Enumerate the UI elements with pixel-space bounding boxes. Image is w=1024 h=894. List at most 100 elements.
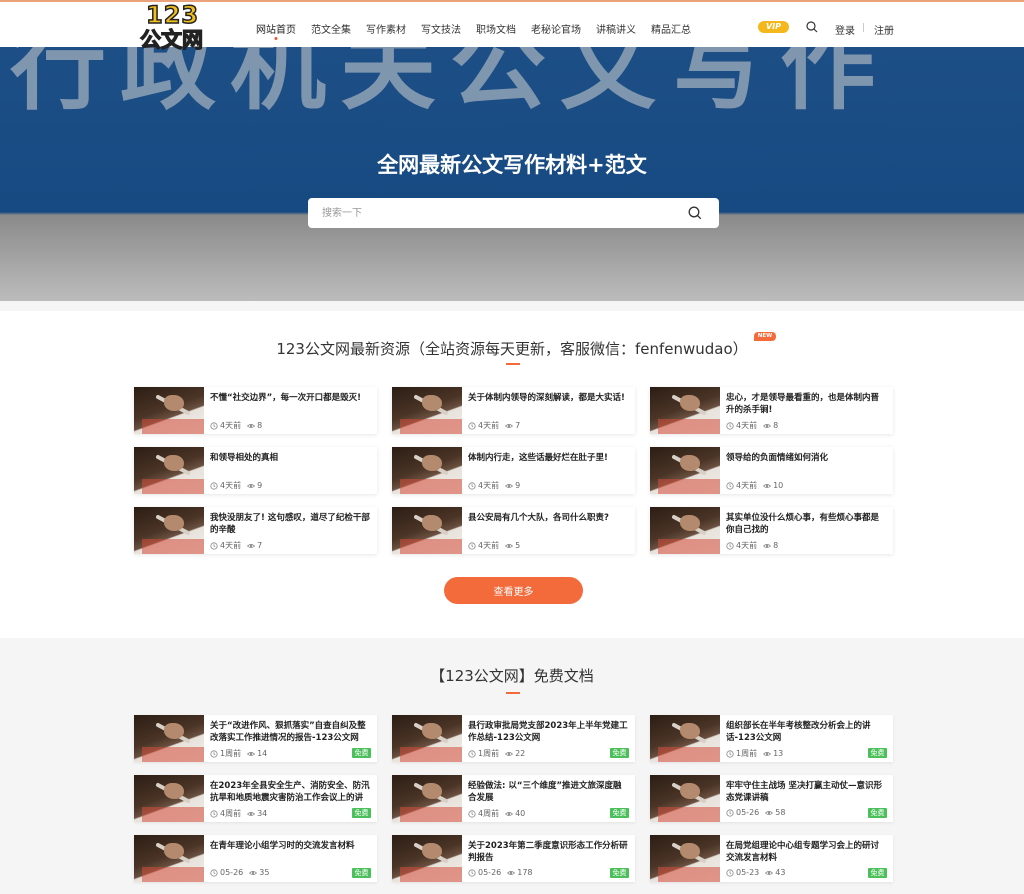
article-time: 1周前: [478, 749, 500, 758]
article-title[interactable]: 不懂“社交边界”，每一次开口都是毁灭!: [210, 392, 370, 404]
login-link[interactable]: 登录: [835, 22, 855, 37]
article-meta: 4天前 10: [726, 480, 783, 491]
article-time: 05-23: [736, 868, 760, 877]
article-views: 22: [515, 749, 526, 758]
search-icon[interactable]: [806, 21, 818, 33]
article-time: 1周前: [736, 749, 758, 758]
article-title[interactable]: 体制内行走，这些话最好烂在肚子里!: [468, 452, 628, 464]
article-card[interactable]: 在局党组理论中心组专题学习会上的研讨交流发言材料 05-23 43 免费: [650, 835, 893, 882]
hero-background-text: 行政机关公文写作: [10, 47, 890, 123]
nav-item-laomi[interactable]: 老秘论官场: [531, 21, 581, 36]
register-link[interactable]: 注册: [874, 22, 894, 37]
article-thumbnail[interactable]: [650, 387, 720, 434]
nav-item-jingpin[interactable]: 精品汇总: [651, 21, 691, 36]
article-time: 4周前: [478, 809, 500, 818]
nav-item-sucai[interactable]: 写作素材: [366, 21, 406, 36]
nav-item-zhichang[interactable]: 职场文档: [476, 21, 516, 36]
article-thumbnail[interactable]: [134, 387, 204, 434]
article-card[interactable]: 领导给的负面情绪如何消化 4天前 10: [650, 447, 893, 494]
article-title[interactable]: 其实单位没什么烦心事，有些烦心事都是你自己找的: [726, 512, 886, 536]
eye-icon: [505, 811, 514, 816]
article-title[interactable]: 县行政审批局党支部2023年上半年党建工作总结-123公文网: [468, 720, 628, 744]
article-views: 178: [517, 868, 533, 877]
article-title[interactable]: 经验做法: 以“三个维度”推进文旅深度融合发展: [468, 780, 628, 804]
article-card[interactable]: 县行政审批局党支部2023年上半年党建工作总结-123公文网 1周前 22 免费: [392, 715, 635, 762]
article-meta: 05-26 58: [726, 808, 785, 817]
article-thumbnail[interactable]: [650, 775, 720, 822]
nav-item-home[interactable]: 网站首页: [256, 21, 296, 40]
article-card[interactable]: 牢牢守住主战场 坚决打赢主动仗—意识形态党课讲稿 05-26 58 免费: [650, 775, 893, 822]
article-thumbnail[interactable]: [650, 835, 720, 882]
article-thumbnail[interactable]: [134, 835, 204, 882]
article-title[interactable]: 组织部长在半年考核整改分析会上的讲话-123公文网: [726, 720, 886, 744]
article-card[interactable]: 县公安局有几个大队，各司什么职责? 4天前 5: [392, 507, 635, 554]
article-thumbnail[interactable]: [392, 775, 462, 822]
article-meta: 4天前 8: [726, 420, 778, 431]
article-card[interactable]: 我快没朋友了! 这句感叹，道尽了纪检干部的辛酸 4天前 7: [134, 507, 377, 554]
article-views: 9: [515, 481, 521, 490]
hero-banner: 行政机关公文写作 全网最新公文写作材料+范文: [0, 47, 1024, 301]
article-thumbnail[interactable]: [650, 447, 720, 494]
article-title[interactable]: 牢牢守住主战场 坚决打赢主动仗—意识形态党课讲稿: [726, 780, 886, 804]
article-card[interactable]: 在青年理论小组学习时的交流发言材料 05-26 35 免费: [134, 835, 377, 882]
clock-icon: [468, 809, 476, 818]
article-card[interactable]: 关于2023年第二季度意识形态工作分析研判报告 05-26 178 免费: [392, 835, 635, 882]
article-title[interactable]: 我快没朋友了! 这句感叹，道尽了纪检干部的辛酸: [210, 512, 370, 536]
article-card[interactable]: 经验做法: 以“三个维度”推进文旅深度融合发展 4周前 40 免费: [392, 775, 635, 822]
clock-icon: [726, 749, 734, 758]
article-thumbnail[interactable]: [134, 775, 204, 822]
article-thumbnail[interactable]: [392, 715, 462, 762]
article-title[interactable]: 关于“改进作风、狠抓落实”自查自纠及整改落实工作推进情况的报告-123公文网: [210, 720, 370, 744]
article-meta: 4周前 40: [468, 808, 525, 819]
article-title[interactable]: 关于体制内领导的深刻解读，都是大实话!: [468, 392, 628, 404]
clock-icon: [210, 868, 218, 877]
article-card[interactable]: 和领导相处的真相 4天前 9: [134, 447, 377, 494]
top-bar: 123 公文网 网站首页 范文全集 写作素材 写文技法 职场文档 老秘论官场 讲…: [0, 0, 1024, 53]
article-card[interactable]: 关于“改进作风、狠抓落实”自查自纠及整改落实工作推进情况的报告-123公文网 1周…: [134, 715, 377, 762]
article-title[interactable]: 关于2023年第二季度意识形态工作分析研判报告: [468, 840, 628, 864]
article-title[interactable]: 县公安局有几个大队，各司什么职责?: [468, 512, 628, 524]
article-title[interactable]: 在青年理论小组学习时的交流发言材料: [210, 840, 370, 852]
article-thumbnail[interactable]: [392, 835, 462, 882]
article-title[interactable]: 忠心，才是领导最看重的，也是体制内晋升的杀手锏!: [726, 392, 886, 416]
article-title[interactable]: 领导给的负面情绪如何消化: [726, 452, 886, 464]
search-icon[interactable]: [688, 206, 702, 220]
article-card[interactable]: 其实单位没什么烦心事，有些烦心事都是你自己找的 4天前 8: [650, 507, 893, 554]
eye-icon: [247, 423, 256, 428]
main-nav: 网站首页 范文全集 写作素材 写文技法 职场文档 老秘论官场 讲稿讲义 精品汇总: [256, 21, 706, 40]
nav-item-jianggao[interactable]: 讲稿讲义: [596, 21, 636, 36]
article-title[interactable]: 在局党组理论中心组专题学习会上的研讨交流发言材料: [726, 840, 886, 864]
article-thumbnail[interactable]: [134, 447, 204, 494]
nav-item-fanwen[interactable]: 范文全集: [311, 21, 351, 36]
logo[interactable]: 123 公文网: [139, 0, 220, 52]
article-thumbnail[interactable]: [392, 387, 462, 434]
article-card[interactable]: 在2023年全县安全生产、消防安全、防汛抗旱和地质地震灾害防治工作会议上的讲话 4…: [134, 775, 377, 822]
eye-icon: [765, 870, 774, 875]
nav-item-jifa[interactable]: 写文技法: [421, 21, 461, 36]
free-badge: 免费: [610, 808, 629, 818]
article-card[interactable]: 关于体制内领导的深刻解读，都是大实话! 4天前 7: [392, 387, 635, 434]
search-input[interactable]: [322, 205, 662, 221]
article-thumbnail[interactable]: [392, 507, 462, 554]
article-views: 7: [257, 541, 263, 550]
free-badge: 免费: [610, 748, 629, 758]
article-card[interactable]: 体制内行走，这些话最好烂在肚子里! 4天前 9: [392, 447, 635, 494]
article-card[interactable]: 忠心，才是领导最看重的，也是体制内晋升的杀手锏! 4天前 8: [650, 387, 893, 434]
article-meta: 4天前 8: [210, 420, 262, 431]
latest-resources-section: 123公文网最新资源（全站资源每天更新，客服微信：fenfenwudao） NE…: [0, 311, 1024, 638]
vip-badge[interactable]: VIP: [758, 21, 789, 33]
article-title[interactable]: 和领导相处的真相: [210, 452, 370, 464]
free-badge: 免费: [610, 868, 629, 878]
article-card[interactable]: 不懂“社交边界”，每一次开口都是毁灭! 4天前 8: [134, 387, 377, 434]
article-thumbnail[interactable]: [650, 715, 720, 762]
view-more-button[interactable]: 查看更多: [444, 577, 583, 604]
article-thumbnail[interactable]: [134, 507, 204, 554]
clock-icon: [726, 808, 734, 817]
article-thumbnail[interactable]: [650, 507, 720, 554]
article-title[interactable]: 在2023年全县安全生产、消防安全、防汛抗旱和地质地震灾害防治工作会议上的讲话: [210, 780, 370, 804]
article-card[interactable]: 组织部长在半年考核整改分析会上的讲话-123公文网 1周前 13 免费: [650, 715, 893, 762]
eye-icon: [249, 870, 258, 875]
article-thumbnail[interactable]: [392, 447, 462, 494]
article-thumbnail[interactable]: [134, 715, 204, 762]
free-badge: 免费: [868, 868, 887, 878]
